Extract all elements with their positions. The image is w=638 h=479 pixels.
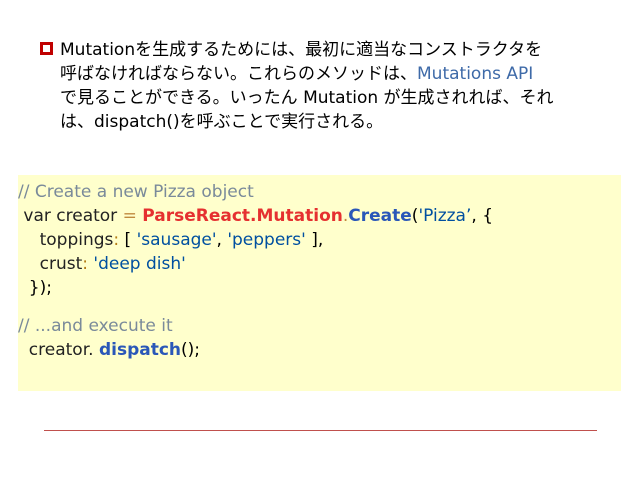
code-token: crust — [18, 254, 83, 274]
code-token: creator. — [18, 340, 99, 360]
code-block: // Create a new Pizza object var creator… — [18, 175, 621, 391]
bullet-line-4: は、dispatch()を呼ぶことで実行される。 — [60, 112, 384, 132]
bullet-paragraph: Mutationを生成するためには、最初に適当なコンストラクタを 呼ばなければな… — [40, 38, 628, 134]
code-token: 'Pizza’ — [418, 206, 472, 226]
code-token: 'peppers' — [227, 230, 306, 250]
mutations-api-link[interactable]: Mutations API — [417, 64, 533, 84]
code-line-close: }); — [18, 278, 52, 298]
code-line-crust: crust: 'deep dish' — [18, 252, 621, 276]
code-token: Create — [348, 206, 412, 226]
code-line-toppings: toppings: [ 'sausage', 'peppers' ], — [18, 228, 621, 252]
bullet-text: Mutationを生成するためには、最初に適当なコンストラクタを 呼ばなければな… — [60, 38, 628, 134]
bullet-square-icon — [40, 42, 53, 55]
code-token: , — [216, 230, 228, 250]
code-token: [ — [119, 230, 137, 250]
code-token: toppings — [18, 230, 114, 250]
code-token: = — [122, 206, 137, 226]
code-line-creator: var creator = ParseReact.Mutation.Create… — [18, 204, 621, 228]
footer-divider — [44, 430, 597, 431]
code-token: ], — [305, 230, 324, 250]
bullet-line-1: Mutationを生成するためには、最初に適当なコンストラクタを — [60, 40, 543, 60]
bullet-line-3: で見ることができる。いったん Mutation が生成されれば、それ — [60, 88, 554, 108]
code-token: ParseReact.Mutation — [142, 206, 343, 226]
code-token: 'sausage' — [136, 230, 217, 250]
code-token: dispatch — [98, 340, 182, 360]
code-comment-create: // Create a new Pizza object — [18, 182, 254, 202]
code-comment-execute: // ...and execute it — [18, 316, 173, 336]
bullet-line-2: 呼ばなければならない。これらのメソッドは、Mutations API — [60, 62, 628, 86]
code-token: 'deep dish' — [93, 254, 186, 274]
code-token: (); — [181, 340, 201, 360]
code-token: var creator — [18, 206, 123, 226]
bullet-line-2-text: 呼ばなければならない。これらのメソッドは、 — [60, 64, 417, 84]
code-spacer — [18, 300, 621, 314]
code-line-dispatch: creator. dispatch(); — [18, 338, 621, 362]
code-token: , { — [471, 206, 494, 226]
code-listing: // Create a new Pizza object var creator… — [18, 180, 621, 362]
